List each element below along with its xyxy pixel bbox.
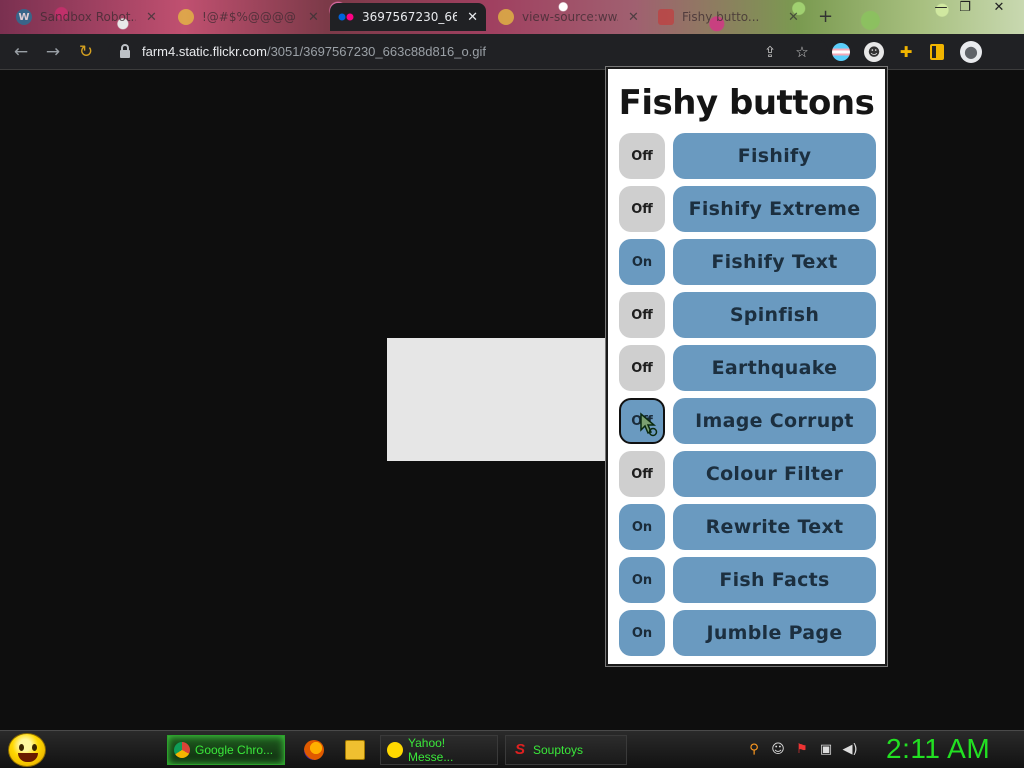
rewrite-text-button[interactable]: Rewrite Text xyxy=(673,504,876,550)
row-earthquake: Off Earthquake xyxy=(619,345,876,391)
close-icon[interactable]: ✕ xyxy=(628,10,639,25)
yahoo-smiley-icon xyxy=(387,742,403,758)
souptoys-icon: S xyxy=(514,741,525,758)
tab-sandbox-robot[interactable]: W Sandbox Robot... ✕ xyxy=(8,3,166,31)
fishify-extreme-toggle[interactable]: Off xyxy=(619,186,665,232)
tab-symbols[interactable]: !@#$%@@@@ ✕ xyxy=(170,3,328,31)
new-tab-button[interactable]: + xyxy=(818,6,833,27)
flickr-icon xyxy=(338,9,354,25)
row-fishify-extreme: Off Fishify Extreme xyxy=(619,186,876,232)
earthquake-toggle[interactable]: Off xyxy=(619,345,665,391)
start-button[interactable] xyxy=(8,733,46,767)
row-fishify: Off Fishify xyxy=(619,133,876,179)
firefox-icon[interactable] xyxy=(304,740,324,760)
spinfish-button[interactable]: Spinfish xyxy=(673,292,876,338)
tab-flickr-image[interactable]: 3697567230_663... ✕ xyxy=(330,3,486,31)
tab-strip: W Sandbox Robot... ✕ !@#$%@@@@ ✕ 3697567… xyxy=(0,0,1024,34)
taskbar-item-chrome[interactable]: Google Chro... xyxy=(167,735,285,765)
side-panel-icon[interactable] xyxy=(930,44,944,60)
tab-title: !@#$%@@@@ xyxy=(202,10,296,24)
rewrite-text-toggle[interactable]: On xyxy=(619,504,665,550)
spinfish-toggle[interactable]: Off xyxy=(619,292,665,338)
profile-avatar-icon[interactable]: ● xyxy=(960,41,982,63)
row-image-corrupt: Off Image Corrupt xyxy=(619,398,876,444)
row-fishify-text: On Fishify Text xyxy=(619,239,876,285)
image-corrupt-button[interactable]: Image Corrupt xyxy=(673,398,876,444)
close-window-button[interactable]: ✕ xyxy=(984,0,1014,16)
tab-view-source[interactable]: view-source:ww... ✕ xyxy=(490,3,648,31)
folder-icon[interactable] xyxy=(345,740,365,760)
fishy-extension-icon[interactable]: ☻ xyxy=(864,42,884,62)
reload-button[interactable]: ↻ xyxy=(75,41,97,63)
extension-flag-icon[interactable] xyxy=(832,43,850,61)
fish-facts-button[interactable]: Fish Facts xyxy=(673,557,876,603)
taskbar-item-souptoys[interactable]: S Souptoys xyxy=(505,735,627,765)
row-rewrite-text: On Rewrite Text xyxy=(619,504,876,550)
smiley-icon xyxy=(498,9,514,25)
taskbar-item-label: Google Chro... xyxy=(195,743,274,757)
url-path: /3051/3697567230_663c88d816_o.gif xyxy=(266,44,487,59)
taskbar-clock[interactable]: 2:11 AM xyxy=(886,733,990,765)
image-corrupt-toggle[interactable]: Off xyxy=(619,398,665,444)
close-icon[interactable]: ✕ xyxy=(308,10,319,25)
tab-title: 3697567230_663... xyxy=(362,10,458,24)
smiley-tray-icon[interactable]: ☺ xyxy=(770,742,786,758)
smiley-icon xyxy=(178,9,194,25)
taskbar: Google Chro... Yahoo! Messe... S Souptoy… xyxy=(0,730,1024,768)
taskbar-item-label: Yahoo! Messe... xyxy=(408,736,454,764)
close-icon[interactable]: ✕ xyxy=(467,10,478,25)
share-icon[interactable]: ⇪ xyxy=(760,42,780,62)
row-jumble-page: On Jumble Page xyxy=(619,610,876,656)
row-colour-filter: Off Colour Filter xyxy=(619,451,876,497)
lock-icon[interactable] xyxy=(120,44,130,58)
tab-title: Fishy butto... xyxy=(682,10,760,24)
tab-fishy-buttons[interactable]: Fishy butto... ✕ xyxy=(650,3,814,31)
earthquake-button[interactable]: Earthquake xyxy=(673,345,876,391)
fishify-text-button[interactable]: Fishify Text xyxy=(673,239,876,285)
fishify-button[interactable]: Fishify xyxy=(673,133,876,179)
fishy-buttons-popup: Fishy buttons Off Fishify Off Fishify Ex… xyxy=(606,67,887,666)
row-spinfish: Off Spinfish xyxy=(619,292,876,338)
extensions-puzzle-icon[interactable]: ✚ xyxy=(896,42,916,62)
search-icon[interactable]: ⚲ xyxy=(746,742,762,758)
colour-filter-button[interactable]: Colour Filter xyxy=(673,451,876,497)
back-button[interactable]: ← xyxy=(10,41,32,63)
address-bar[interactable]: farm4.static.flickr.com/3051/3697567230_… xyxy=(108,38,828,66)
row-fish-facts: On Fish Facts xyxy=(619,557,876,603)
fish-facts-toggle[interactable]: On xyxy=(619,557,665,603)
colour-filter-toggle[interactable]: Off xyxy=(619,451,665,497)
url-text[interactable]: farm4.static.flickr.com/3051/3697567230_… xyxy=(142,44,486,59)
tab-title: Sandbox Robot... xyxy=(40,10,136,24)
taskbar-item-yahoo-messenger[interactable]: Yahoo! Messe... xyxy=(380,735,498,765)
fishify-toggle[interactable]: Off xyxy=(619,133,665,179)
tab-title: view-source:ww... xyxy=(522,10,618,24)
fishy-icon xyxy=(658,9,674,25)
viewed-gif-image xyxy=(387,338,607,461)
bookmark-star-icon[interactable]: ☆ xyxy=(792,42,812,62)
url-host: farm4.static.flickr.com xyxy=(142,44,267,59)
browser-toolbar: ← → ↻ farm4.static.flickr.com/3051/36975… xyxy=(0,34,1024,70)
network-icon[interactable]: ▣ xyxy=(818,742,834,758)
close-icon[interactable]: ✕ xyxy=(788,10,799,25)
taskbar-item-label: Souptoys xyxy=(533,743,584,757)
fishify-extreme-button[interactable]: Fishify Extreme xyxy=(673,186,876,232)
maximize-button[interactable]: ❐ xyxy=(950,0,980,16)
popup-title: Fishy buttons xyxy=(618,83,875,123)
jumble-page-toggle[interactable]: On xyxy=(619,610,665,656)
volume-icon[interactable]: ◀) xyxy=(842,742,858,758)
wordpress-icon: W xyxy=(16,9,32,25)
jumble-page-button[interactable]: Jumble Page xyxy=(673,610,876,656)
flag-icon[interactable]: ⚑ xyxy=(794,742,810,758)
chrome-icon xyxy=(174,742,190,758)
fishify-text-toggle[interactable]: On xyxy=(619,239,665,285)
forward-button[interactable]: → xyxy=(42,41,64,63)
close-icon[interactable]: ✕ xyxy=(146,10,157,25)
